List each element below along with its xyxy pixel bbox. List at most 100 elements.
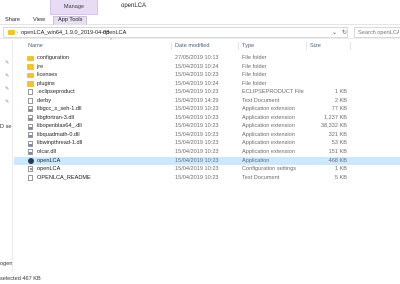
file-date-modified: 15/04/2019 10:23	[175, 131, 219, 138]
file-type: Application	[242, 157, 270, 164]
column-header-size[interactable]: Size	[310, 40, 321, 52]
dll-icon	[28, 106, 33, 113]
chevron-right-icon: ›	[97, 30, 99, 36]
file-row[interactable]: openLCA 15/04/2019 10:23 Application 468 KB	[14, 156, 400, 166]
column-header-type[interactable]: Type	[242, 40, 254, 52]
folder-icon	[27, 81, 34, 87]
window-title: openLCA	[121, 3, 147, 9]
file-size: 53 KB	[331, 140, 347, 147]
file-date-modified: 15/04/2019 10:24	[175, 80, 219, 87]
file-date-modified: 15/04/2019 10:23	[175, 157, 219, 164]
file-type: Application extension	[242, 131, 295, 138]
file-date-modified: 27/05/2019 10:13	[175, 55, 219, 61]
address-row: › openLCA_win64_1.9.0_2019-04-08 › openL…	[0, 26, 400, 39]
column-header-date[interactable]: Date modified	[175, 40, 210, 52]
file-row[interactable]: configuration 27/05/2019 10:13 File folder	[14, 54, 400, 63]
file-name: libwinpthread-1.dll	[37, 140, 83, 147]
column-divider[interactable]	[350, 42, 351, 50]
file-type: Application extension	[242, 140, 295, 147]
pin-icon: ✎	[5, 99, 10, 105]
file-row[interactable]: jre 15/04/2019 10:24 File folder	[14, 63, 400, 72]
search-box[interactable]	[354, 27, 400, 38]
file-type: Application extension	[242, 149, 295, 156]
file-name: libgcc_s_seh-1.dll	[37, 106, 82, 113]
file-row[interactable]: plugins 15/04/2019 10:24 File folder	[14, 80, 400, 89]
settings-file-icon	[28, 166, 33, 173]
file-size: 468 KB	[328, 157, 347, 164]
nav-item[interactable]: D se	[0, 124, 12, 130]
file-list: configuration 27/05/2019 10:13 File folder…	[14, 54, 400, 182]
ribbon: Manage openLCA Share View App Tools	[0, 0, 400, 25]
file-row[interactable]: derby 15/04/2019 14:29 Text Document 2 KB	[14, 97, 400, 106]
file-icon	[28, 174, 33, 181]
file-type: Text Document	[242, 97, 280, 104]
file-row[interactable]: libgfortran-3.dll 15/04/2019 10:23 Applica…	[14, 114, 400, 123]
file-row[interactable]: OPENLCA_README 15/04/2019 10:23 Text Docum…	[14, 174, 400, 183]
file-type: ECLIPSEPRODUCT File	[242, 89, 304, 96]
file-type: File folder	[242, 55, 267, 61]
file-date-modified: 15/04/2019 10:23	[175, 174, 219, 181]
file-date-modified: 15/04/2019 10:23	[175, 140, 219, 147]
file-name: jre	[37, 63, 44, 70]
file-type: Configuration settings	[242, 166, 297, 173]
file-type: Text Document	[242, 174, 280, 181]
dll-icon	[28, 132, 33, 139]
file-row[interactable]: olcar.dll 15/04/2019 10:23 Application ext…	[14, 148, 400, 157]
file-date-modified: 15/04/2019 10:23	[175, 149, 219, 156]
file-row[interactable]: .eclipseproduct 15/04/2019 10:23 ECLIPSEPR…	[14, 88, 400, 97]
file-name: olcar.dll	[37, 149, 56, 156]
navigation-pane[interactable]: ✎ ✎ ✎ ✎ D se ogen	[0, 40, 13, 272]
file-size: 321 KB	[328, 131, 347, 138]
dll-icon	[28, 140, 33, 147]
column-divider[interactable]	[238, 42, 239, 50]
file-size: 38,332 KB	[320, 123, 347, 130]
column-header-name[interactable]: Name	[28, 40, 43, 52]
file-name: .eclipseproduct	[37, 89, 75, 96]
file-icon	[28, 97, 33, 104]
column-divider[interactable]	[171, 42, 172, 50]
file-name: libopenblas64_.dll	[37, 123, 82, 130]
file-row[interactable]: libwinpthread-1.dll 15/04/2019 10:23 Appli…	[14, 139, 400, 148]
file-date-modified: 15/04/2019 10:24	[175, 63, 219, 70]
refresh-icon[interactable]: ↻	[342, 28, 347, 38]
tab-share[interactable]: Share	[5, 16, 20, 25]
dll-icon	[28, 115, 33, 122]
tab-app-tools[interactable]: App Tools	[53, 16, 88, 25]
file-date-modified: 15/04/2019 10:23	[175, 114, 219, 121]
file-row[interactable]: openLCA 15/04/2019 10:23 Configuration set…	[14, 165, 400, 174]
file-type: Application extension	[242, 114, 295, 121]
breadcrumb-item[interactable]: openLCA	[103, 28, 126, 38]
search-input[interactable]	[355, 28, 399, 37]
file-row[interactable]: licenses 15/04/2019 10:23 File folder	[14, 71, 400, 80]
file-row[interactable]: libquadmath-0.dll 15/04/2019 10:23 Applica…	[14, 131, 400, 140]
tab-view[interactable]: View	[33, 16, 45, 25]
nav-item[interactable]: ogen	[0, 261, 12, 267]
file-date-modified: 15/04/2019 14:29	[175, 97, 219, 104]
file-type: File folder	[242, 63, 267, 70]
file-size: 1 KB	[334, 89, 347, 96]
file-name: derby	[37, 97, 51, 104]
sort-caret-icon: ^	[110, 38, 113, 44]
file-size: 77 KB	[331, 106, 347, 113]
column-divider[interactable]	[306, 42, 307, 50]
file-date-modified: 15/04/2019 10:23	[175, 72, 219, 79]
file-name: libgfortran-3.dll	[37, 114, 74, 121]
file-row[interactable]: libgcc_s_seh-1.dll 15/04/2019 10:23 Applic…	[14, 105, 400, 114]
file-name: OPENLCA_README	[37, 174, 91, 181]
file-row[interactable]: libopenblas64_.dll 15/04/2019 10:23 Applic…	[14, 122, 400, 131]
folder-icon	[8, 30, 15, 35]
address-bar[interactable]: › openLCA_win64_1.9.0_2019-04-08 › openL…	[3, 27, 348, 38]
file-name: openLCA	[37, 157, 61, 164]
folder-icon	[27, 55, 34, 61]
file-icon	[28, 89, 33, 96]
chevron-right-icon: ›	[16, 30, 18, 36]
chevron-down-icon[interactable]: ⌄	[332, 28, 337, 38]
pin-icon: ✎	[5, 60, 10, 66]
tab-manage-label: Manage	[63, 4, 85, 10]
file-size: 1,237 KB	[323, 114, 347, 121]
file-size: 2 KB	[334, 97, 347, 104]
pin-icon: ✎	[5, 73, 10, 79]
dll-icon	[28, 123, 33, 130]
tab-manage[interactable]: Manage	[50, 0, 98, 15]
folder-icon	[27, 72, 34, 79]
